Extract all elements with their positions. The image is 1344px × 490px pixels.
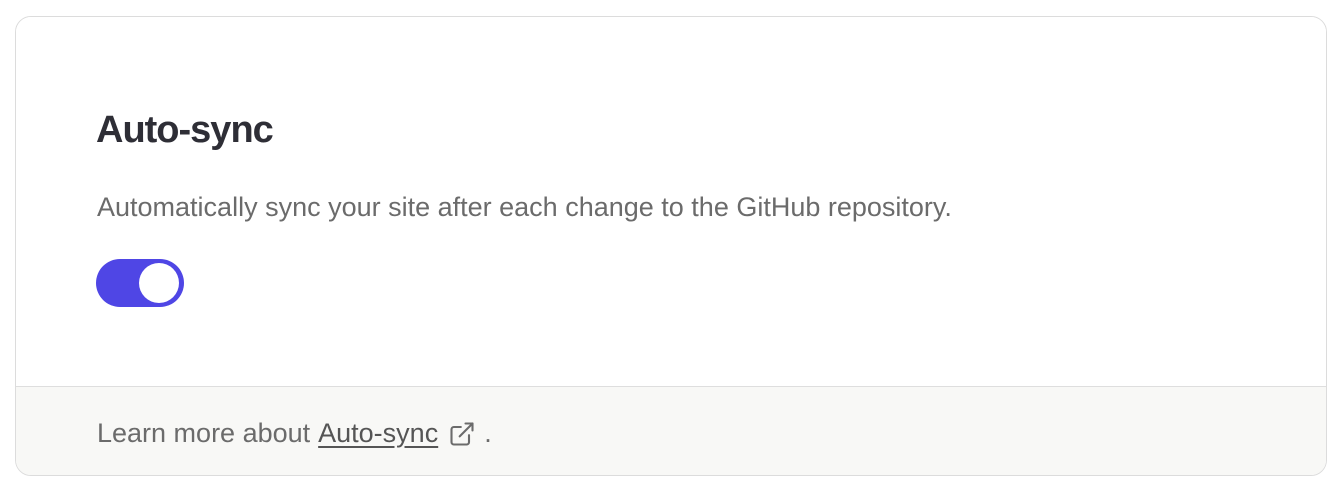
footer-text: Learn more about Auto-sync . (97, 415, 492, 451)
footer-prefix: Learn more about (97, 418, 311, 448)
card-body: Auto-sync Automatically sync your site a… (16, 17, 1326, 387)
card-footer: Learn more about Auto-sync . (16, 387, 1326, 475)
section-description: Automatically sync your site after each … (97, 192, 952, 222)
footer-suffix: . (484, 418, 492, 448)
auto-sync-toggle[interactable] (96, 259, 184, 307)
learn-more-link[interactable]: Auto-sync (318, 415, 438, 451)
auto-sync-card: Auto-sync Automatically sync your site a… (15, 16, 1327, 476)
toggle-knob (139, 263, 179, 303)
external-link-icon[interactable] (448, 420, 476, 448)
section-title: Auto-sync (96, 109, 274, 151)
